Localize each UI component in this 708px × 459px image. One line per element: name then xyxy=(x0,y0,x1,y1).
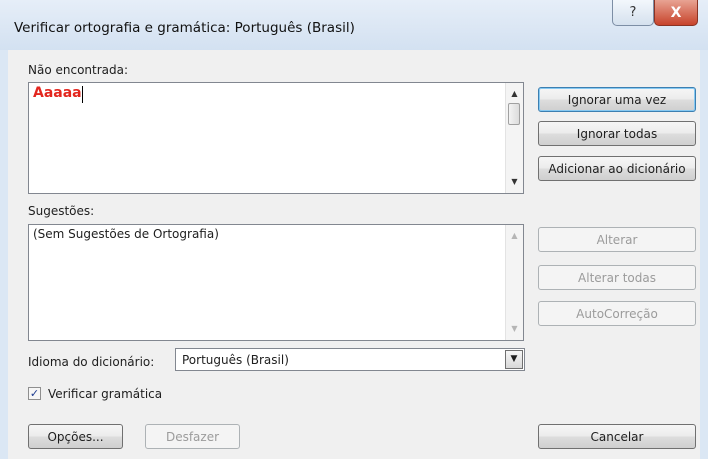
list-item[interactable]: (Sem Sugestões de Ortografia) xyxy=(33,227,219,241)
check-grammar-label: Verificar gramática xyxy=(48,387,163,401)
misspelled-word: Aaaaa xyxy=(33,85,82,101)
scroll-down-icon[interactable]: ▼ xyxy=(506,174,523,190)
title-bar: Verificar ortografia e gramática: Portug… xyxy=(0,0,708,50)
scroll-up-icon[interactable]: ▲ xyxy=(506,86,523,102)
checkmark-icon: ✓ xyxy=(29,387,40,400)
change-button[interactable]: Alterar xyxy=(538,227,696,252)
ignore-once-button[interactable]: Ignorar uma vez xyxy=(538,87,696,112)
cancel-button[interactable]: Cancelar xyxy=(538,424,696,449)
chevron-down-icon[interactable]: ▼ xyxy=(505,350,523,369)
close-icon: X xyxy=(670,4,682,21)
scroll-down-icon[interactable]: ▼ xyxy=(506,321,523,337)
suggestions-label: Sugestões: xyxy=(28,204,95,218)
help-icon: ? xyxy=(629,5,637,20)
help-button[interactable]: ? xyxy=(612,0,654,26)
check-grammar-checkbox[interactable]: ✓ xyxy=(28,387,41,400)
undo-button[interactable]: Desfazer xyxy=(145,424,240,449)
dictionary-language-select[interactable]: Português (Brasil) ▼ xyxy=(175,348,525,371)
dialog-body: Não encontrada: Aaaaa ▲ ▼ Ignorar uma ve… xyxy=(8,50,700,459)
options-button[interactable]: Opções... xyxy=(28,424,123,449)
add-to-dictionary-button[interactable]: Adicionar ao dicionário xyxy=(538,156,696,181)
window-title: Verificar ortografia e gramática: Portug… xyxy=(14,20,355,36)
close-button[interactable]: X xyxy=(654,0,698,26)
dictionary-language-value: Português (Brasil) xyxy=(182,353,289,367)
change-all-button[interactable]: Alterar todas xyxy=(538,265,696,290)
dictionary-language-label: Idioma do dicionário: xyxy=(28,355,155,369)
suggestions-scrollbar[interactable]: ▲ ▼ xyxy=(505,225,523,340)
not-found-label: Não encontrada: xyxy=(28,63,129,77)
scroll-thumb[interactable] xyxy=(508,103,520,125)
not-found-scrollbar[interactable]: ▲ ▼ xyxy=(505,83,523,193)
text-caret xyxy=(82,86,83,103)
suggestions-list[interactable]: (Sem Sugestões de Ortografia) ▲ ▼ xyxy=(28,224,524,341)
autocorrect-button[interactable]: AutoCorreção xyxy=(538,301,696,326)
ignore-all-button[interactable]: Ignorar todas xyxy=(538,121,696,146)
not-found-textbox[interactable]: Aaaaa ▲ ▼ xyxy=(28,82,524,194)
scroll-up-icon[interactable]: ▲ xyxy=(506,228,523,244)
